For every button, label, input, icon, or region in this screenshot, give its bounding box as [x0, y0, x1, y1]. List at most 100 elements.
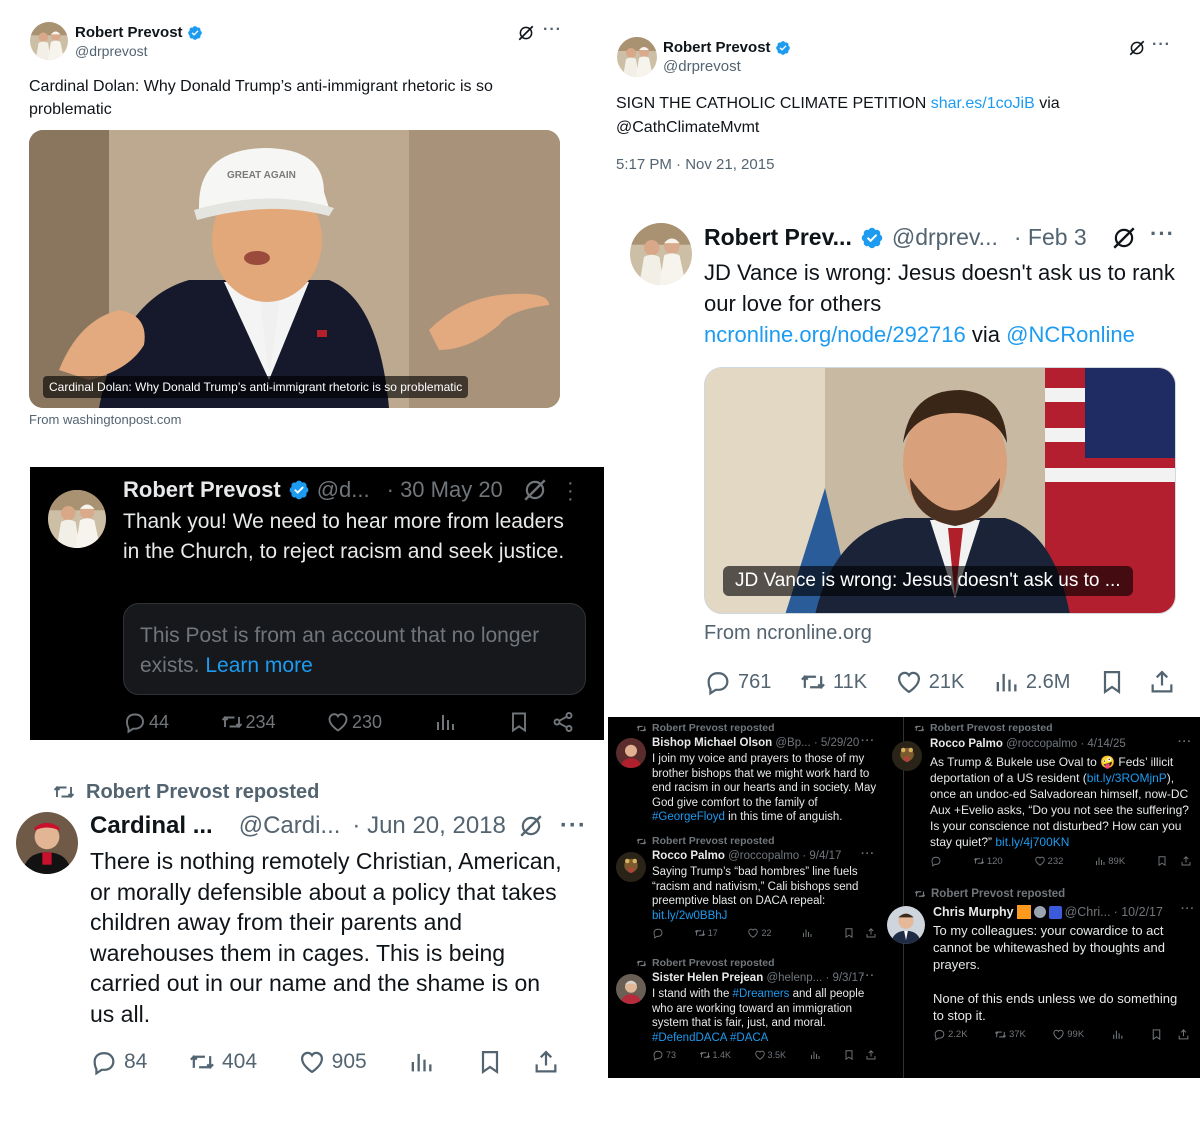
avatar[interactable] [16, 812, 78, 874]
display-name[interactable]: Rocco Palmo [652, 850, 725, 862]
reply-button[interactable]: 2.2K [933, 1028, 968, 1041]
views-icon[interactable] [433, 710, 457, 734]
article-link[interactable]: bit.ly/4j700KN [995, 835, 1069, 849]
views-icon[interactable] [809, 1049, 821, 1061]
handle[interactable]: @drprevost [75, 43, 148, 59]
like-button[interactable]: 21K [895, 668, 964, 696]
grok-icon[interactable] [517, 24, 535, 42]
share-icon[interactable] [532, 1048, 560, 1076]
more-icon[interactable]: ··· [560, 812, 587, 840]
post-date[interactable]: · 9/4/17 [802, 850, 841, 862]
views-icon[interactable] [1111, 1028, 1124, 1041]
avatar[interactable] [617, 37, 657, 77]
reply-icon[interactable] [652, 927, 664, 939]
views-icon[interactable] [407, 1048, 435, 1076]
grok-icon[interactable] [1111, 225, 1137, 251]
more-icon[interactable]: ··· [1150, 221, 1175, 247]
repost-button[interactable]: 404 [188, 1048, 257, 1076]
hashtag[interactable]: #GeorgeFloyd [652, 811, 725, 823]
display-name[interactable]: Rocco Palmo [930, 738, 1003, 750]
handle[interactable]: @Bp... [775, 737, 810, 749]
avatar[interactable] [48, 490, 106, 548]
grok-icon[interactable] [518, 813, 544, 839]
hashtag[interactable]: #DACA [730, 1032, 768, 1044]
display-name[interactable]: Sister Helen Prejean [652, 972, 763, 984]
reply-button[interactable]: 761 [704, 668, 771, 696]
share-icon[interactable] [1148, 668, 1176, 696]
hashtag[interactable]: #DefendDACA [652, 1032, 727, 1044]
like-button[interactable]: 905 [298, 1048, 367, 1076]
more-icon[interactable]: ··· [567, 473, 574, 509]
more-icon[interactable]: ··· [861, 970, 875, 982]
repost-button[interactable]: 37K [994, 1028, 1026, 1041]
more-icon[interactable]: ··· [861, 735, 875, 747]
avatar[interactable] [616, 974, 646, 1004]
more-icon[interactable]: ··· [1152, 36, 1171, 54]
reply-icon[interactable] [930, 855, 942, 867]
more-icon[interactable]: ··· [1181, 903, 1195, 915]
more-icon[interactable]: ··· [1178, 736, 1192, 748]
hashtag[interactable]: #Dreamers [733, 988, 790, 1000]
timestamp[interactable]: 5:17 PM · Nov 21, 2015 [616, 156, 774, 173]
reply-button[interactable]: 73 [652, 1049, 676, 1061]
share-icon[interactable] [551, 710, 575, 734]
handle[interactable]: @Chri... [1065, 905, 1111, 919]
grok-icon[interactable] [1128, 39, 1146, 57]
repost-button[interactable]: 120 [973, 855, 1003, 867]
handle[interactable]: @roccopalmo [728, 850, 799, 862]
avatar[interactable] [30, 22, 68, 60]
post-date[interactable]: · 4/14/25 [1080, 738, 1125, 750]
bookmark-icon[interactable] [1150, 1028, 1163, 1041]
repost-button[interactable]: 1.4K [699, 1049, 731, 1061]
learn-more-link[interactable]: Learn more [205, 654, 312, 677]
handle[interactable]: @d... [317, 477, 370, 503]
display-name[interactable]: Chris Murphy [933, 905, 1014, 919]
post-date[interactable]: · Jun 20, 2018 [352, 812, 505, 840]
link-card-image[interactable]: GREAT AGAIN Cardinal Dolan: Why Donald T… [29, 130, 560, 408]
display-name[interactable]: Robert Prevost [663, 39, 771, 56]
display-name[interactable]: Robert Prev... [704, 224, 852, 251]
like-button[interactable]: 22 [747, 927, 772, 939]
handle[interactable]: @roccopalmo [1006, 738, 1077, 750]
handle[interactable]: @drprevost [663, 58, 741, 75]
share-icon[interactable] [1180, 855, 1192, 867]
repost-button[interactable]: 17 [694, 927, 718, 939]
article-link[interactable]: bit.ly/2w0BBhJ [652, 910, 727, 922]
views-button[interactable]: 2.6M [992, 668, 1070, 696]
bookmark-icon[interactable] [843, 1049, 855, 1061]
avatar[interactable] [892, 741, 922, 771]
more-icon[interactable]: ··· [861, 848, 875, 860]
avatar[interactable] [616, 738, 646, 768]
display-name[interactable]: Cardinal ... [90, 812, 213, 840]
post-racism[interactable]: Robert Prevost @d... · 30 May 20 · · · Tha… [30, 467, 604, 740]
like-button[interactable]: 232 [1034, 855, 1063, 867]
link-card-image[interactable]: JD Vance is wrong: Jesus doesn't ask us … [704, 367, 1176, 614]
card-source[interactable]: From washingtonpost.com [29, 412, 181, 427]
bookmark-icon[interactable] [507, 710, 531, 734]
post-date[interactable]: · 30 May 20 [387, 477, 503, 503]
grok-icon[interactable] [522, 477, 548, 503]
repost-button[interactable]: 234 [220, 710, 276, 734]
share-icon[interactable] [1177, 1028, 1190, 1041]
bookmark-icon[interactable] [476, 1048, 504, 1076]
more-icon[interactable]: ··· [543, 21, 562, 39]
petition-link[interactable]: shar.es/1coJiB [931, 95, 1035, 112]
post-date[interactable]: · 10/2/17 [1114, 905, 1163, 919]
like-button[interactable]: 99K [1052, 1028, 1084, 1041]
post-date[interactable]: · 9/3/17 [825, 972, 864, 984]
bookmark-icon[interactable] [843, 927, 855, 939]
mention[interactable]: @NCRonline [1006, 322, 1135, 347]
handle[interactable]: @drprev... [892, 224, 998, 251]
mention[interactable]: @CathClimateMvmt [616, 119, 759, 136]
views-button[interactable]: 89K [1094, 855, 1125, 867]
handle[interactable]: @helenp... [766, 972, 822, 984]
reply-button[interactable]: 44 [123, 710, 169, 734]
display-name[interactable]: Bishop Michael Olson [652, 737, 772, 749]
display-name[interactable]: Robert Prevost [75, 24, 183, 41]
like-button[interactable]: 3.5K [754, 1049, 786, 1061]
post-date[interactable]: · 5/29/20 [814, 737, 859, 749]
article-link[interactable]: bit.ly/3ROMjnP [1087, 771, 1167, 785]
card-source[interactable]: From ncronline.org [704, 622, 872, 645]
reply-button[interactable]: 84 [90, 1048, 147, 1076]
avatar[interactable] [616, 852, 646, 882]
